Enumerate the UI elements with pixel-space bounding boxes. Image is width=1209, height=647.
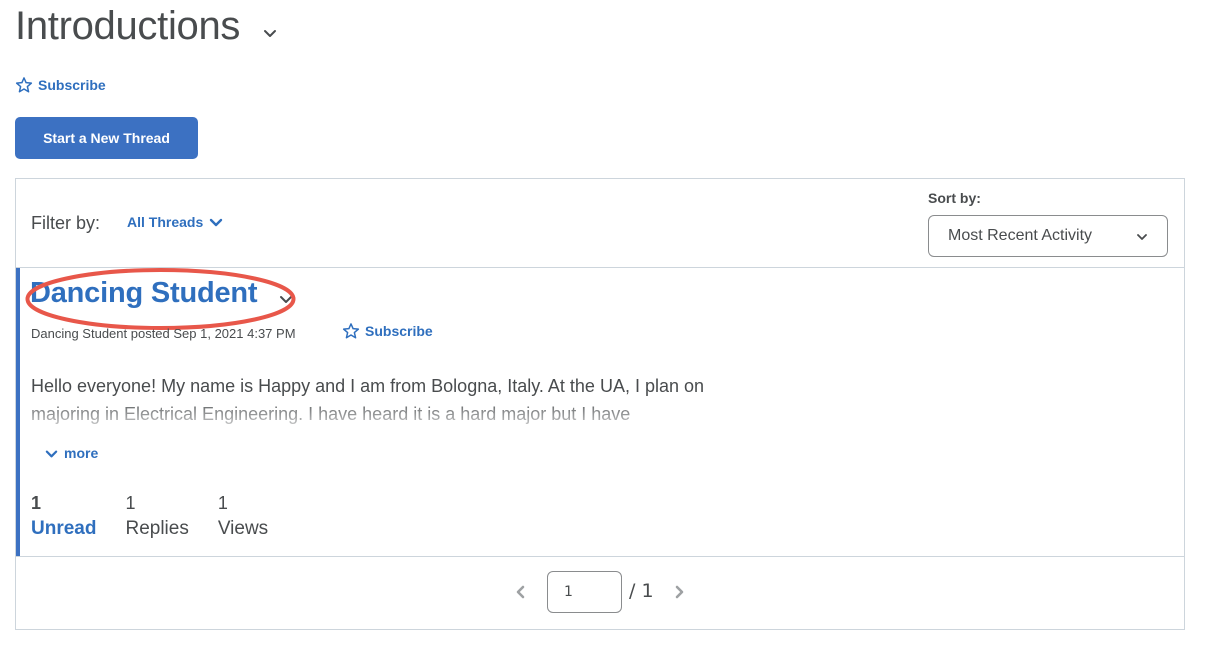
stat-unread[interactable]: 1 Unread [31, 492, 96, 544]
star-outline-icon [15, 77, 33, 93]
more-label: more [64, 445, 99, 461]
chevron-down-icon[interactable] [262, 25, 278, 41]
sort-selected: Most Recent Activity [948, 227, 1093, 244]
stat-views: 1 Views [218, 492, 268, 544]
chevron-left-icon[interactable] [513, 584, 527, 600]
filter-selected: All Threads [127, 214, 204, 230]
thread-body-preview: Hello everyone! My name is Happy and I a… [31, 376, 705, 424]
star-outline-icon [342, 323, 360, 339]
thread-title-link[interactable]: Dancing Student [30, 277, 258, 310]
filter-label: Filter by: [31, 213, 101, 233]
chevron-right-icon[interactable] [673, 584, 687, 600]
show-more-link[interactable]: more [45, 445, 98, 461]
thread-stats: 1 Unread 1 Replies 1 Views [31, 492, 297, 544]
chevron-down-icon [45, 450, 58, 457]
chevron-down-icon[interactable] [279, 292, 293, 306]
pagination: / 1 [16, 557, 1184, 629]
stat-value: 1 [125, 493, 136, 513]
stat-value: 1 [217, 493, 228, 513]
stat-label[interactable]: Unread [31, 514, 96, 544]
filter-dropdown[interactable]: All Threads [127, 214, 223, 230]
chevron-down-icon [1137, 234, 1147, 240]
thread-title-row: Dancing Student [25, 268, 296, 330]
unread-indicator-bar [16, 268, 20, 556]
thread-item: Dancing Student Dancing Student posted S… [16, 268, 1184, 557]
start-new-thread-button[interactable]: Start a New Thread [15, 117, 198, 159]
page-total: / 1 [629, 580, 654, 602]
title-row: Introductions [15, 2, 278, 50]
sort-label: Sort by: [928, 190, 981, 206]
thread-list-panel: Filter by: All Threads Sort by: Most Rec… [15, 178, 1185, 630]
subscribe-forum-link[interactable]: Subscribe [15, 76, 106, 94]
thread-meta: Dancing Student posted Sep 1, 2021 4:37 … [31, 326, 296, 341]
page-number-input[interactable] [547, 571, 622, 613]
filter-bar: Filter by: All Threads Sort by: Most Rec… [16, 179, 1184, 268]
stat-value: 1 [31, 493, 42, 513]
chevron-down-icon [210, 218, 223, 227]
subscribe-label: Subscribe [365, 323, 433, 339]
page-title: Introductions [15, 4, 241, 48]
subscribe-thread-link[interactable]: Subscribe [342, 322, 433, 340]
stat-replies: 1 Replies [125, 492, 188, 544]
stat-label: Views [217, 518, 269, 539]
subscribe-label: Subscribe [38, 77, 106, 93]
sort-select[interactable]: Most Recent Activity [928, 215, 1168, 257]
stat-label: Replies [125, 518, 189, 539]
